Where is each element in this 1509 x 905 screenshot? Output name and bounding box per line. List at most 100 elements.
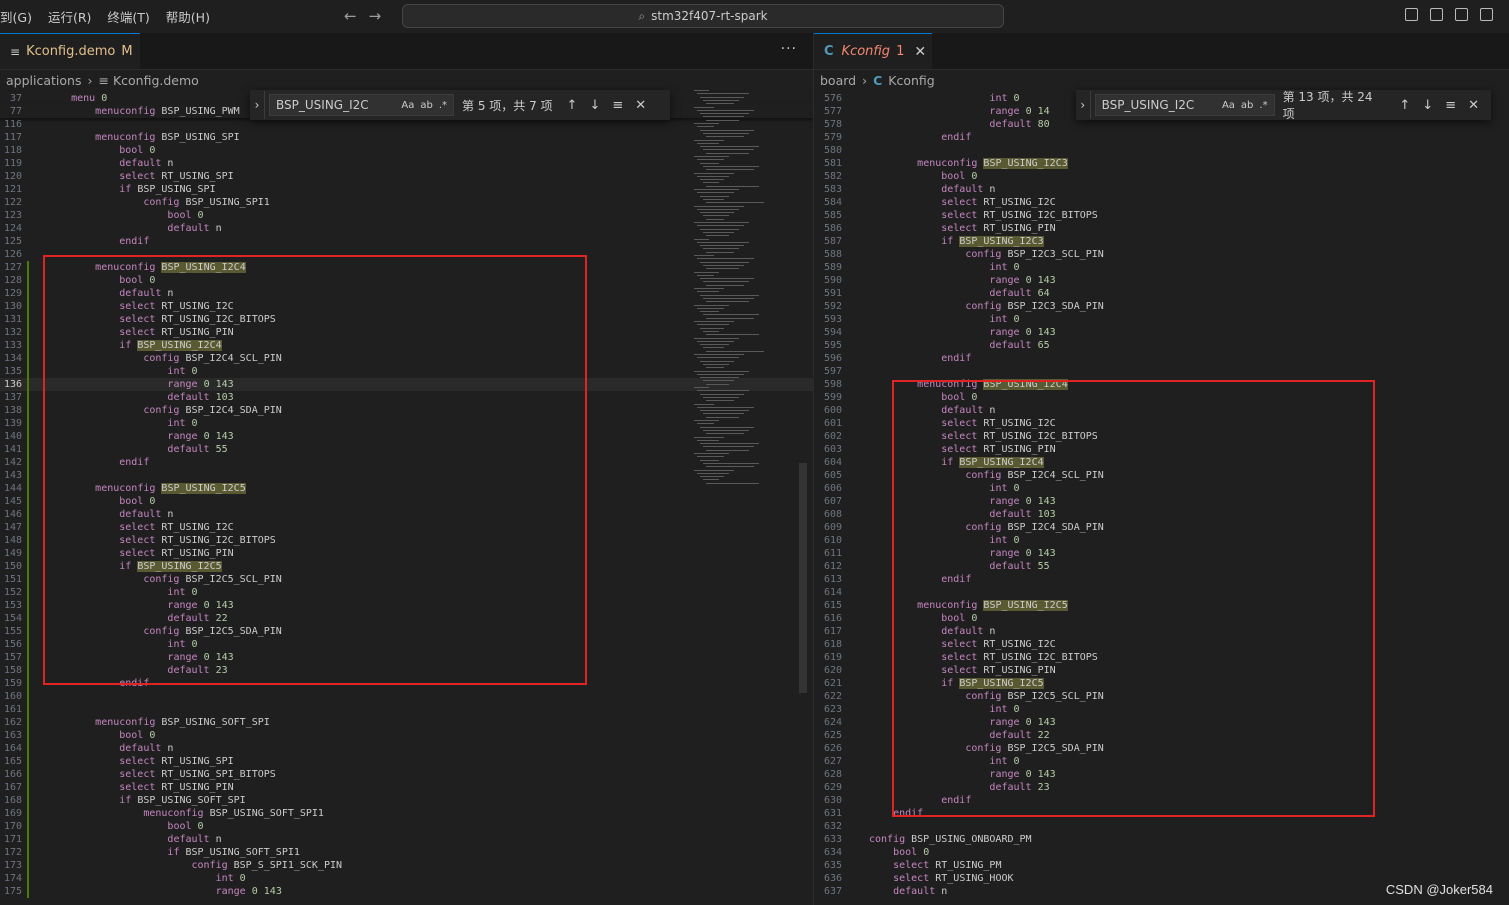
code-line[interactable]: 597 <box>814 365 1509 378</box>
toggle-replace-chevron-icon[interactable]: › <box>1076 91 1091 119</box>
code-line[interactable]: 633 config BSP_USING_ONBOARD_PM <box>814 833 1509 846</box>
customize-layout-icon[interactable] <box>1480 8 1493 21</box>
previous-match-arrow-up-icon[interactable]: ↑ <box>567 98 578 113</box>
code-line[interactable]: 583 default n <box>814 183 1509 196</box>
code-line[interactable]: 589 int 0 <box>814 261 1509 274</box>
menu-item[interactable]: 终端(T) <box>107 7 149 26</box>
code-line[interactable]: 595 default 65 <box>814 339 1509 352</box>
code-line[interactable]: 173 config BSP_S_SPI1_SCK_PIN <box>0 859 813 872</box>
toggle-primary-sidebar-icon[interactable] <box>1405 8 1418 21</box>
gutter-change-marker <box>841 391 843 404</box>
code-line[interactable]: 175 range 0 143 <box>0 885 813 898</box>
code-line[interactable]: 587 if BSP_USING_I2C3 <box>814 235 1509 248</box>
gutter-change-marker <box>27 573 29 586</box>
forward-arrow-icon[interactable]: → <box>369 7 382 25</box>
code-line[interactable]: 585 select RT_USING_I2C_BITOPS <box>814 209 1509 222</box>
use-regex-toggle[interactable]: .* <box>439 100 447 111</box>
line-number: 146 <box>3 509 22 520</box>
match-case-toggle[interactable]: Aa <box>401 100 414 111</box>
minimap-line <box>700 146 759 148</box>
gutter-change-marker <box>27 625 29 638</box>
gutter-change-marker <box>27 872 29 885</box>
code-line[interactable]: 167 select RT_USING_PIN <box>0 781 813 794</box>
code-line[interactable]: 582 bool 0 <box>814 170 1509 183</box>
breadcrumb-file[interactable]: Kconfig <box>888 73 934 88</box>
code-line[interactable]: 169 menuconfig BSP_USING_SOFT_SPI1 <box>0 807 813 820</box>
find-input[interactable]: BSP_USING_I2C Aa ab .* <box>269 94 454 116</box>
match-whole-word-toggle[interactable]: ab <box>1241 100 1253 111</box>
code-line[interactable]: 590 range 0 143 <box>814 274 1509 287</box>
previous-match-arrow-up-icon[interactable]: ↑ <box>1399 98 1410 113</box>
line-number: 605 <box>823 470 842 481</box>
code-line[interactable]: 632 <box>814 820 1509 833</box>
code-line[interactable]: 581 menuconfig BSP_USING_I2C3 <box>814 157 1509 170</box>
tab-kconfig[interactable]: C Kconfig 1 ✕ <box>814 33 932 69</box>
next-match-arrow-down-icon[interactable]: ↓ <box>589 98 600 113</box>
menu-item[interactable]: 到(G) <box>0 7 32 26</box>
match-whole-word-toggle[interactable]: ab <box>420 100 432 111</box>
gutter-change-marker <box>841 508 843 521</box>
close-icon[interactable]: ✕ <box>635 98 646 113</box>
toggle-panel-icon[interactable] <box>1430 8 1443 21</box>
code-line[interactable]: 171 default n <box>0 833 813 846</box>
command-center[interactable]: ⌕ stm32f407-rt-spark <box>402 4 1004 28</box>
line-number: 141 <box>3 444 22 455</box>
breadcrumb-folder[interactable]: board <box>820 73 856 88</box>
code-text: select RT_USING_PM <box>893 860 1002 871</box>
code-line[interactable]: 634 bool 0 <box>814 846 1509 859</box>
code-line[interactable]: 588 config BSP_I2C3_SCL_PIN <box>814 248 1509 261</box>
code-line[interactable]: 584 select RT_USING_I2C <box>814 196 1509 209</box>
code-line[interactable]: 164 default n <box>0 742 813 755</box>
code-line[interactable]: 635 select RT_USING_PM <box>814 859 1509 872</box>
code-line[interactable]: 165 select RT_USING_SPI <box>0 755 813 768</box>
code-line[interactable]: 579 endif <box>814 131 1509 144</box>
back-arrow-icon[interactable]: ← <box>344 7 357 25</box>
menu-item[interactable]: 运行(R) <box>48 7 91 26</box>
breadcrumb-folder[interactable]: applications <box>6 73 81 88</box>
use-regex-toggle[interactable]: .* <box>1259 100 1267 111</box>
code-line[interactable]: 172 if BSP_USING_SOFT_SPI1 <box>0 846 813 859</box>
toggle-secondary-sidebar-icon[interactable] <box>1455 8 1468 21</box>
vertical-scrollbar[interactable] <box>799 463 807 693</box>
toggle-replace-chevron-icon[interactable]: › <box>250 91 265 119</box>
code-line[interactable]: 580 <box>814 144 1509 157</box>
code-line[interactable]: 593 int 0 <box>814 313 1509 326</box>
find-in-selection-icon[interactable]: ≡ <box>612 98 623 113</box>
next-match-arrow-down-icon[interactable]: ↓ <box>1422 98 1433 113</box>
line-number: 620 <box>823 665 842 676</box>
gutter-change-marker <box>27 261 29 274</box>
gutter-change-marker <box>27 599 29 612</box>
code-line[interactable]: 586 select RT_USING_PIN <box>814 222 1509 235</box>
find-input[interactable]: BSP_USING_I2C Aa ab .* <box>1094 94 1275 116</box>
code-line[interactable]: 161 <box>0 703 813 716</box>
tab-kconfig-demo[interactable]: ≡ Kconfig.demo M <box>0 33 140 69</box>
gutter-change-marker <box>27 534 29 547</box>
close-icon[interactable]: ✕ <box>1468 98 1479 113</box>
gutter-change-marker <box>841 456 843 469</box>
minimap-line <box>700 344 729 346</box>
code-line[interactable]: 163 bool 0 <box>0 729 813 742</box>
menu-item[interactable]: 帮助(H) <box>166 7 210 26</box>
more-actions-icon[interactable]: ··· <box>781 41 797 57</box>
breadcrumb-file[interactable]: Kconfig.demo <box>113 73 199 88</box>
code-line[interactable]: 170 bool 0 <box>0 820 813 833</box>
minimap-line <box>697 406 754 408</box>
minimap-line <box>700 377 739 379</box>
code-line[interactable]: 168 if BSP_USING_SOFT_SPI <box>0 794 813 807</box>
code-text: select RT_USING_SPI_BITOPS <box>119 769 276 780</box>
code-line[interactable]: 160 <box>0 690 813 703</box>
find-in-selection-icon[interactable]: ≡ <box>1445 98 1456 113</box>
code-line[interactable]: 594 range 0 143 <box>814 326 1509 339</box>
gutter-change-marker <box>841 599 843 612</box>
close-icon[interactable]: ✕ <box>914 44 926 60</box>
code-line[interactable]: 174 int 0 <box>0 872 813 885</box>
minimap-line <box>697 192 734 194</box>
code-line[interactable]: 166 select RT_USING_SPI_BITOPS <box>0 768 813 781</box>
code-line[interactable]: 592 config BSP_I2C3_SDA_PIN <box>814 300 1509 313</box>
line-number: 157 <box>3 652 22 663</box>
match-case-toggle[interactable]: Aa <box>1222 100 1235 111</box>
minimap[interactable] <box>684 90 799 490</box>
code-line[interactable]: 591 default 64 <box>814 287 1509 300</box>
code-line[interactable]: 596 endif <box>814 352 1509 365</box>
code-line[interactable]: 162 menuconfig BSP_USING_SOFT_SPI <box>0 716 813 729</box>
